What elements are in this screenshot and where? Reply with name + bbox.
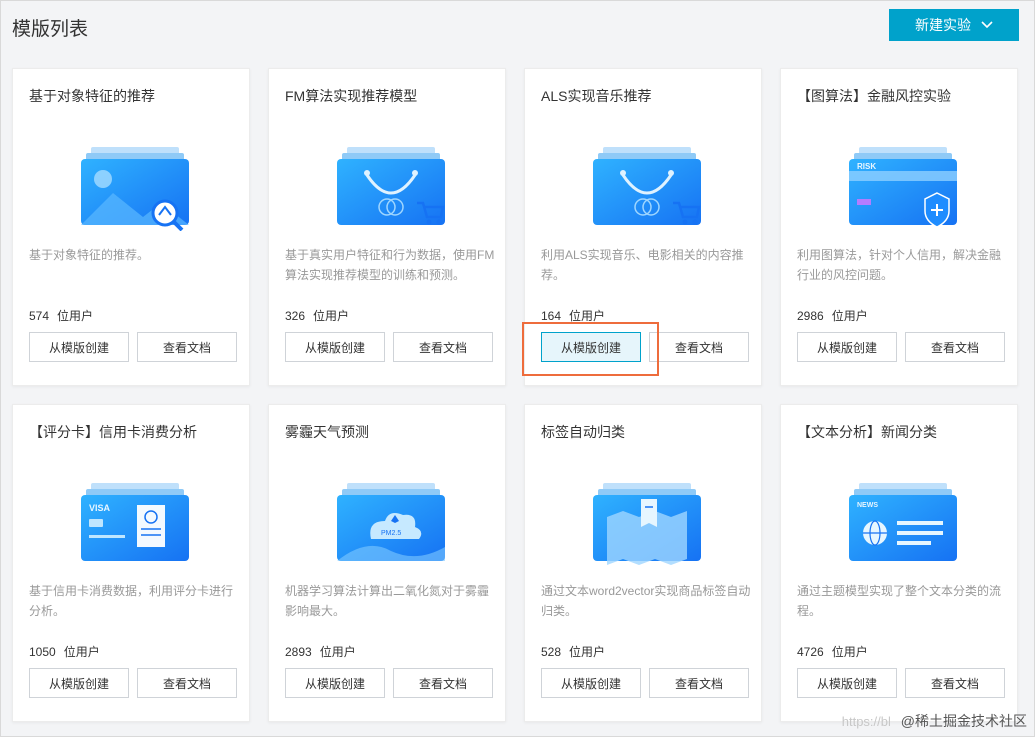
card-user-count: 574 位用户 bbox=[29, 307, 93, 324]
user-count-unit: 位用户 bbox=[569, 309, 606, 323]
card-user-count: 4726 位用户 bbox=[797, 643, 868, 660]
template-card: 【文本分析】新闻分类 NEWS 通过主题模型实现了整个文本分类的流程。 4726… bbox=[780, 404, 1018, 722]
view-docs-button[interactable]: 查看文档 bbox=[905, 668, 1005, 698]
page-title: 模版列表 bbox=[12, 19, 89, 40]
card-description: 基于真实用户特征和行为数据，使用FM算法实现推荐模型的训练和预测。 bbox=[285, 248, 495, 282]
template-card: 【评分卡】信用卡消费分析 VISA 基于信用卡消费数据，利用评分卡进行分析。 1… bbox=[12, 404, 250, 722]
user-count-value: 164 bbox=[541, 309, 562, 323]
new-experiment-button[interactable]: 新建实验 bbox=[889, 9, 1019, 41]
card-description: 机器学习算法计算出二氧化氮对于雾霾影响最大。 bbox=[285, 584, 490, 618]
user-count-unit: 位用户 bbox=[319, 645, 356, 659]
template-card: 【图算法】金融风控实验 RISK 利用图算法，针对个人信用，解决金融行业的风控问… bbox=[780, 68, 1018, 386]
card-user-count: 2986 位用户 bbox=[797, 307, 868, 324]
card-title: FM算法实现推荐模型 bbox=[285, 88, 418, 104]
create-from-template-button[interactable]: 从模版创建 bbox=[285, 332, 385, 362]
card-title: 雾霾天气预测 bbox=[285, 424, 369, 440]
new-experiment-label: 新建实验 bbox=[915, 17, 971, 33]
watermark-url: https://bl bbox=[841, 714, 891, 729]
card-user-count: 326 位用户 bbox=[285, 307, 349, 324]
user-count-unit: 位用户 bbox=[831, 309, 868, 323]
create-from-template-button[interactable]: 从模版创建 bbox=[29, 668, 129, 698]
create-from-template-button[interactable]: 从模版创建 bbox=[797, 668, 897, 698]
card-description: 利用ALS实现音乐、电影相关的内容推荐。 bbox=[541, 248, 744, 282]
card-user-count: 2893 位用户 bbox=[285, 643, 356, 660]
card-description: 基于信用卡消费数据，利用评分卡进行分析。 bbox=[29, 584, 234, 618]
card-title: 【评分卡】信用卡消费分析 bbox=[29, 424, 197, 440]
illustration-text: PM2.5 bbox=[381, 530, 401, 537]
user-count-value: 2893 bbox=[285, 645, 312, 659]
view-docs-button[interactable]: 查看文档 bbox=[137, 332, 237, 362]
user-count-value: 4726 bbox=[797, 645, 824, 659]
template-card: FM算法实现推荐模型 基于真实用户特征和行为数据，使用FM算法实现推荐模型的训练… bbox=[268, 68, 506, 386]
template-card: ALS实现音乐推荐 利用ALS实现音乐、电影相关的内容推荐。 164 位用户 从模… bbox=[524, 68, 762, 386]
illustration-text: NEWS bbox=[857, 502, 878, 509]
tag-map-icon bbox=[593, 483, 701, 565]
user-count-value: 326 bbox=[285, 309, 306, 323]
card-user-count: 164 位用户 bbox=[541, 307, 605, 324]
shopping-bag-icon bbox=[337, 147, 445, 225]
create-from-template-button[interactable]: 从模版创建 bbox=[541, 332, 641, 362]
card-title: 基于对象特征的推荐 bbox=[29, 88, 155, 104]
news-globe-icon: NEWS bbox=[849, 483, 957, 561]
card-user-count: 1050 位用户 bbox=[29, 643, 100, 660]
view-docs-button[interactable]: 查看文档 bbox=[905, 332, 1005, 362]
card-description: 通过主题模型实现了整个文本分类的流程。 bbox=[797, 584, 1002, 618]
template-card: 基于对象特征的推荐 基于对象特征的推荐。 574 位用户 从模版创建 查看文档 bbox=[12, 68, 250, 386]
shopping-bag-icon bbox=[593, 147, 701, 225]
user-count-unit: 位用户 bbox=[313, 309, 350, 323]
illustration-text: RISK bbox=[857, 162, 876, 171]
cloud-pm25-icon: PM2.5 bbox=[337, 483, 445, 561]
create-from-template-button[interactable]: 从模版创建 bbox=[797, 332, 897, 362]
user-count-value: 574 bbox=[29, 309, 50, 323]
view-docs-button[interactable]: 查看文档 bbox=[649, 668, 749, 698]
template-card: 雾霾天气预测 PM2.5 机器学习算法计算出二氧化氮对于雾霾影响最大。 2893… bbox=[268, 404, 506, 722]
user-count-unit: 位用户 bbox=[57, 309, 94, 323]
watermark-text: @稀土掘金技术社区 bbox=[900, 713, 1027, 729]
view-docs-button[interactable]: 查看文档 bbox=[393, 332, 493, 362]
user-count-value: 2986 bbox=[797, 309, 824, 323]
chevron-down-icon bbox=[981, 21, 993, 29]
card-title: 标签自动归类 bbox=[541, 424, 625, 440]
credit-card-receipt-icon: VISA bbox=[81, 483, 189, 561]
page-header: 模版列表 新建实验 bbox=[0, 0, 1033, 52]
risk-card-shield-icon: RISK bbox=[849, 147, 957, 228]
user-count-unit: 位用户 bbox=[63, 645, 100, 659]
illustration-text: VISA bbox=[89, 503, 111, 513]
view-docs-button[interactable]: 查看文档 bbox=[137, 668, 237, 698]
card-description: 利用图算法，针对个人信用，解决金融行业的风控问题。 bbox=[797, 248, 1002, 282]
create-from-template-button[interactable]: 从模版创建 bbox=[29, 332, 129, 362]
view-docs-button[interactable]: 查看文档 bbox=[393, 668, 493, 698]
template-card: 标签自动归类 通过文本word2vector实现商品标签自动归类。 528 位用户… bbox=[524, 404, 762, 722]
create-from-template-button[interactable]: 从模版创建 bbox=[541, 668, 641, 698]
user-count-unit: 位用户 bbox=[831, 645, 868, 659]
card-title: 【文本分析】新闻分类 bbox=[797, 424, 937, 440]
user-count-value: 528 bbox=[541, 645, 562, 659]
card-description: 基于对象特征的推荐。 bbox=[29, 248, 150, 262]
image-search-icon bbox=[81, 147, 189, 231]
watermark: https://bl @稀土掘金技术社区 bbox=[842, 711, 1027, 731]
card-description: 通过文本word2vector实现商品标签自动归类。 bbox=[541, 584, 751, 618]
card-title: ALS实现音乐推荐 bbox=[541, 88, 652, 104]
card-title: 【图算法】金融风控实验 bbox=[797, 88, 951, 104]
user-count-unit: 位用户 bbox=[569, 645, 606, 659]
view-docs-button[interactable]: 查看文档 bbox=[649, 332, 749, 362]
card-user-count: 528 位用户 bbox=[541, 643, 605, 660]
create-from-template-button[interactable]: 从模版创建 bbox=[285, 668, 385, 698]
user-count-value: 1050 bbox=[29, 645, 56, 659]
